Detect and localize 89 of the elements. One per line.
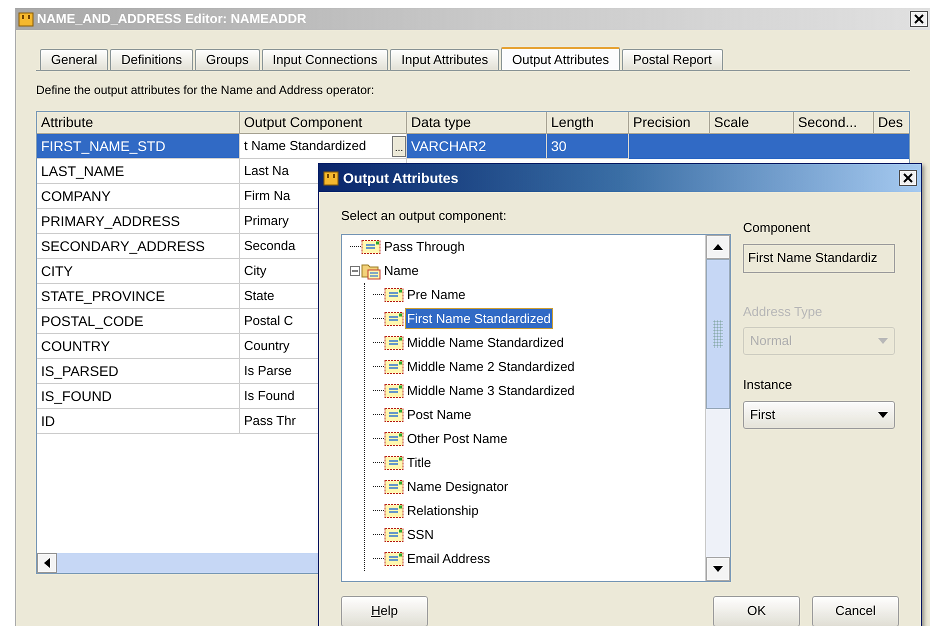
scroll-up-button[interactable] [706, 234, 730, 258]
tab[interactable]: Input Connections [262, 49, 388, 70]
table-cell-text: City [243, 262, 268, 280]
dialog-button[interactable]: Help [341, 596, 428, 626]
prompt-label: Select an output component: [341, 207, 508, 225]
tab[interactable]: Output Attributes [501, 47, 620, 70]
table-cell: ID [37, 409, 240, 434]
component-field[interactable]: First Name Standardiz [743, 244, 895, 272]
table-cell: LAST_NAME [37, 159, 240, 184]
app-icon [323, 170, 339, 186]
table-cell-text: t Name Standardized [243, 137, 368, 156]
document-icon [384, 478, 404, 494]
document-icon [384, 358, 404, 374]
left-arrow-icon [44, 558, 50, 568]
tree-item[interactable]: Relationship [406, 500, 480, 520]
window-title: NAME_AND_ADDRESS Editor: NAMEADDR [37, 10, 306, 28]
table-cell-text: Firm Na [243, 187, 292, 206]
table-cell: STATE_PROVINCE [37, 284, 240, 309]
dialog-button[interactable]: Cancel [812, 596, 899, 626]
table-cell: CITY [37, 259, 240, 284]
up-arrow-icon [713, 244, 723, 250]
table-cell-text: Pass Thr [243, 412, 297, 430]
document-icon [384, 430, 404, 446]
table-cell: SECONDARY_ADDRESS [37, 234, 240, 259]
instructions: Define the output attributes for the Name and Address operator: [36, 82, 376, 99]
down-arrow-icon [713, 566, 723, 572]
scroll-down-button[interactable] [706, 556, 730, 580]
tab[interactable]: Postal Report [622, 49, 723, 70]
document-icon [384, 502, 404, 518]
folder-icon [361, 262, 381, 280]
document-icon [384, 406, 404, 422]
table-cell-text: State [243, 287, 276, 306]
tree-item[interactable]: Other Post Name [406, 428, 508, 448]
document-icon [384, 382, 404, 398]
vertical-scrollbar[interactable] [705, 234, 730, 580]
app-icon [18, 11, 34, 27]
scroll-thumb[interactable] [706, 258, 730, 408]
instance-label: Instance [743, 376, 794, 394]
table-cell-text: Country [243, 337, 291, 356]
table-cell: IS_FOUND [37, 384, 240, 409]
tree-item[interactable]: Name Designator [406, 476, 510, 496]
scroll-left-button[interactable] [37, 553, 57, 573]
table-cell: PRIMARY_ADDRESS [37, 209, 240, 234]
tree-item[interactable]: Middle Name 3 Standardized [406, 380, 576, 400]
table-cell-text: Seconda [243, 237, 296, 256]
tab[interactable]: General [40, 49, 108, 70]
tree-item[interactable]: Pass Through [383, 236, 466, 256]
table-cell: 30 [547, 134, 629, 159]
table-cell-text: Is Found [243, 387, 296, 406]
browse-button[interactable]: ... [392, 136, 406, 156]
tree-item[interactable]: Title [406, 452, 432, 472]
tree-item[interactable]: SSN [406, 524, 435, 544]
tree-item[interactable]: Middle Name 2 Standardized [406, 356, 576, 376]
table-row[interactable]: FIRST_NAME_STD t Name Standardized ... VARCHAR2 30 [37, 134, 909, 159]
dropdown-field[interactable]: First [743, 400, 895, 428]
tree-item[interactable]: First Name Standardized [406, 308, 552, 328]
tree-item[interactable]: Email Address [406, 548, 492, 568]
dialog-title: Output Attributes [343, 168, 458, 188]
document-icon [384, 310, 404, 326]
table-cell: POSTAL_CODE [37, 309, 240, 334]
tree-item[interactable]: Pre Name [406, 284, 467, 304]
dropdown-arrow-icon [878, 412, 888, 418]
document-icon [361, 238, 381, 254]
table-cell-text: Postal C [243, 312, 294, 330]
table-cell: VARCHAR2 [407, 134, 547, 159]
table-cell: COMPANY [37, 184, 240, 209]
document-icon [384, 334, 404, 350]
close-icon[interactable] [899, 170, 917, 186]
component-label: Component [743, 219, 812, 237]
tree-item[interactable]: Middle Name Standardized [406, 332, 565, 352]
tab[interactable]: Groups [194, 49, 260, 70]
table-cell-text: Is Parse [243, 362, 293, 380]
collapse-icon[interactable] [350, 266, 360, 276]
dialog-button[interactable]: OK [713, 596, 800, 626]
document-icon [384, 286, 404, 302]
tree-item[interactable]: Name [383, 260, 420, 280]
document-icon [384, 454, 404, 470]
document-icon [384, 550, 404, 566]
close-icon[interactable] [910, 11, 928, 27]
table-cell-text: Primary [243, 212, 290, 230]
tree-item[interactable]: Post Name [406, 404, 472, 424]
tab[interactable]: Definitions [110, 49, 193, 70]
table-cell-text: Last Na [243, 162, 290, 180]
table-cell: COUNTRY [37, 334, 240, 359]
document-icon [384, 526, 404, 542]
table-cell: IS_PARSED [37, 359, 240, 384]
tab[interactable]: Input Attributes [390, 49, 500, 70]
table-cell: FIRST_NAME_STD [37, 134, 240, 159]
dropdown-arrow-icon [878, 338, 888, 344]
